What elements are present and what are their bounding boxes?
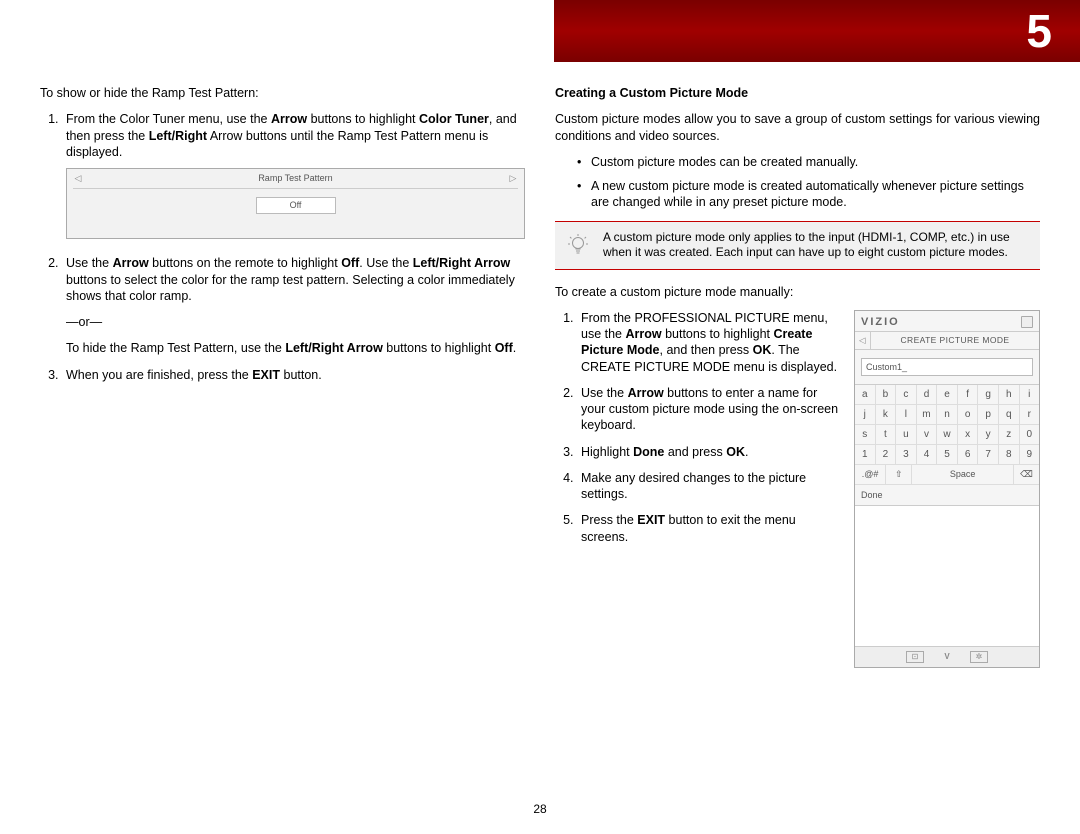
key-2[interactable]: 2 bbox=[876, 445, 897, 465]
left-step-3: When you are finished, press the EXIT bu… bbox=[62, 367, 525, 383]
create-step-2: Use the Arrow buttons to enter a name fo… bbox=[577, 385, 840, 434]
key-t[interactable]: t bbox=[876, 425, 897, 445]
name-input[interactable]: Custom1_ bbox=[861, 358, 1033, 376]
key-1[interactable]: 1 bbox=[855, 445, 876, 465]
key-l[interactable]: l bbox=[896, 405, 917, 425]
key-9[interactable]: 9 bbox=[1020, 445, 1040, 465]
key-f[interactable]: f bbox=[958, 385, 979, 405]
lightbulb-icon bbox=[565, 230, 591, 261]
key-r[interactable]: r bbox=[1020, 405, 1040, 425]
key-b[interactable]: b bbox=[876, 385, 897, 405]
right-bullets: Custom picture modes can be created manu… bbox=[555, 154, 1040, 211]
right-heading: Creating a Custom Picture Mode bbox=[555, 85, 1040, 101]
key-d[interactable]: d bbox=[917, 385, 938, 405]
osd-blank-area bbox=[855, 506, 1039, 646]
key-8[interactable]: 8 bbox=[999, 445, 1020, 465]
key-6[interactable]: 6 bbox=[958, 445, 979, 465]
key-symbols[interactable]: .@# bbox=[855, 465, 886, 484]
key-w[interactable]: w bbox=[937, 425, 958, 445]
right-column: Creating a Custom Picture Mode Custom pi… bbox=[555, 85, 1040, 668]
cc-icon[interactable]: ⊡ bbox=[906, 651, 924, 663]
ramp-left-arrow-icon[interactable]: ◁ bbox=[73, 173, 83, 185]
left-or: —or— bbox=[66, 314, 525, 330]
right-bullet-2: A new custom picture mode is created aut… bbox=[577, 178, 1040, 211]
tip-text: A custom picture mode only applies to th… bbox=[603, 230, 1030, 261]
key-s[interactable]: s bbox=[855, 425, 876, 445]
key-7[interactable]: 7 bbox=[978, 445, 999, 465]
gear-icon[interactable]: ✲ bbox=[970, 651, 988, 663]
osd-sub-label: CREATE PICTURE MODE bbox=[871, 332, 1039, 348]
key-c[interactable]: c bbox=[896, 385, 917, 405]
key-e[interactable]: e bbox=[937, 385, 958, 405]
key-m[interactable]: m bbox=[917, 405, 938, 425]
key-n[interactable]: n bbox=[937, 405, 958, 425]
create-step-5: Press the EXIT button to exit the menu s… bbox=[577, 512, 840, 545]
key-j[interactable]: j bbox=[855, 405, 876, 425]
left-intro: To show or hide the Ramp Test Pattern: bbox=[40, 85, 525, 101]
key-h[interactable]: h bbox=[999, 385, 1020, 405]
key-4[interactable]: 4 bbox=[917, 445, 938, 465]
create-step-4: Make any desired changes to the picture … bbox=[577, 470, 840, 503]
done-button[interactable]: Done bbox=[855, 485, 1039, 506]
key-p[interactable]: p bbox=[978, 405, 999, 425]
ramp-title: Ramp Test Pattern bbox=[83, 173, 508, 185]
key-v[interactable]: v bbox=[917, 425, 938, 445]
key-a[interactable]: a bbox=[855, 385, 876, 405]
key-shift[interactable]: ⇧ bbox=[886, 465, 912, 484]
key-i[interactable]: i bbox=[1020, 385, 1040, 405]
key-backspace[interactable]: ⌫ bbox=[1014, 465, 1039, 484]
on-screen-keyboard: a b c d e f g h i j k l m bbox=[855, 384, 1039, 485]
page-number: 28 bbox=[0, 802, 1080, 816]
key-y[interactable]: y bbox=[978, 425, 999, 445]
create-intro: To create a custom picture mode manually… bbox=[555, 284, 1040, 300]
create-step-3: Highlight Done and press OK. bbox=[577, 444, 840, 460]
key-0[interactable]: 0 bbox=[1020, 425, 1040, 445]
right-desc: Custom picture modes allow you to save a… bbox=[555, 111, 1040, 144]
home-icon[interactable] bbox=[1021, 316, 1033, 328]
key-space[interactable]: Space bbox=[912, 465, 1014, 484]
osd-brand: VIZIO bbox=[861, 316, 900, 328]
key-x[interactable]: x bbox=[958, 425, 979, 445]
back-arrow-icon[interactable]: ◁ bbox=[855, 332, 871, 349]
ramp-right-arrow-icon[interactable]: ▷ bbox=[508, 173, 518, 185]
osd-footer: ⊡ V ✲ bbox=[855, 646, 1039, 667]
create-step-1: From the PROFESSIONAL PICTURE menu, use … bbox=[577, 310, 840, 375]
v-icon[interactable]: V bbox=[938, 651, 956, 663]
key-z[interactable]: z bbox=[999, 425, 1020, 445]
key-3[interactable]: 3 bbox=[896, 445, 917, 465]
tip-box: A custom picture mode only applies to th… bbox=[555, 221, 1040, 270]
chapter-banner: 5 bbox=[554, 0, 1080, 62]
left-column: To show or hide the Ramp Test Pattern: F… bbox=[40, 85, 525, 668]
left-step-2: Use the Arrow buttons on the remote to h… bbox=[62, 255, 525, 356]
key-q[interactable]: q bbox=[999, 405, 1020, 425]
ramp-value[interactable]: Off bbox=[256, 197, 336, 215]
chapter-number: 5 bbox=[1026, 5, 1052, 57]
key-o[interactable]: o bbox=[958, 405, 979, 425]
create-picture-mode-osd: VIZIO ◁ CREATE PICTURE MODE Custom1_ a b… bbox=[854, 310, 1040, 668]
key-k[interactable]: k bbox=[876, 405, 897, 425]
right-bullet-1: Custom picture modes can be created manu… bbox=[577, 154, 1040, 170]
left-step-1: From the Color Tuner menu, use the Arrow… bbox=[62, 111, 525, 239]
ramp-test-pattern-widget: ◁ Ramp Test Pattern ▷ Off bbox=[66, 168, 525, 239]
key-u[interactable]: u bbox=[896, 425, 917, 445]
key-g[interactable]: g bbox=[978, 385, 999, 405]
key-5[interactable]: 5 bbox=[937, 445, 958, 465]
